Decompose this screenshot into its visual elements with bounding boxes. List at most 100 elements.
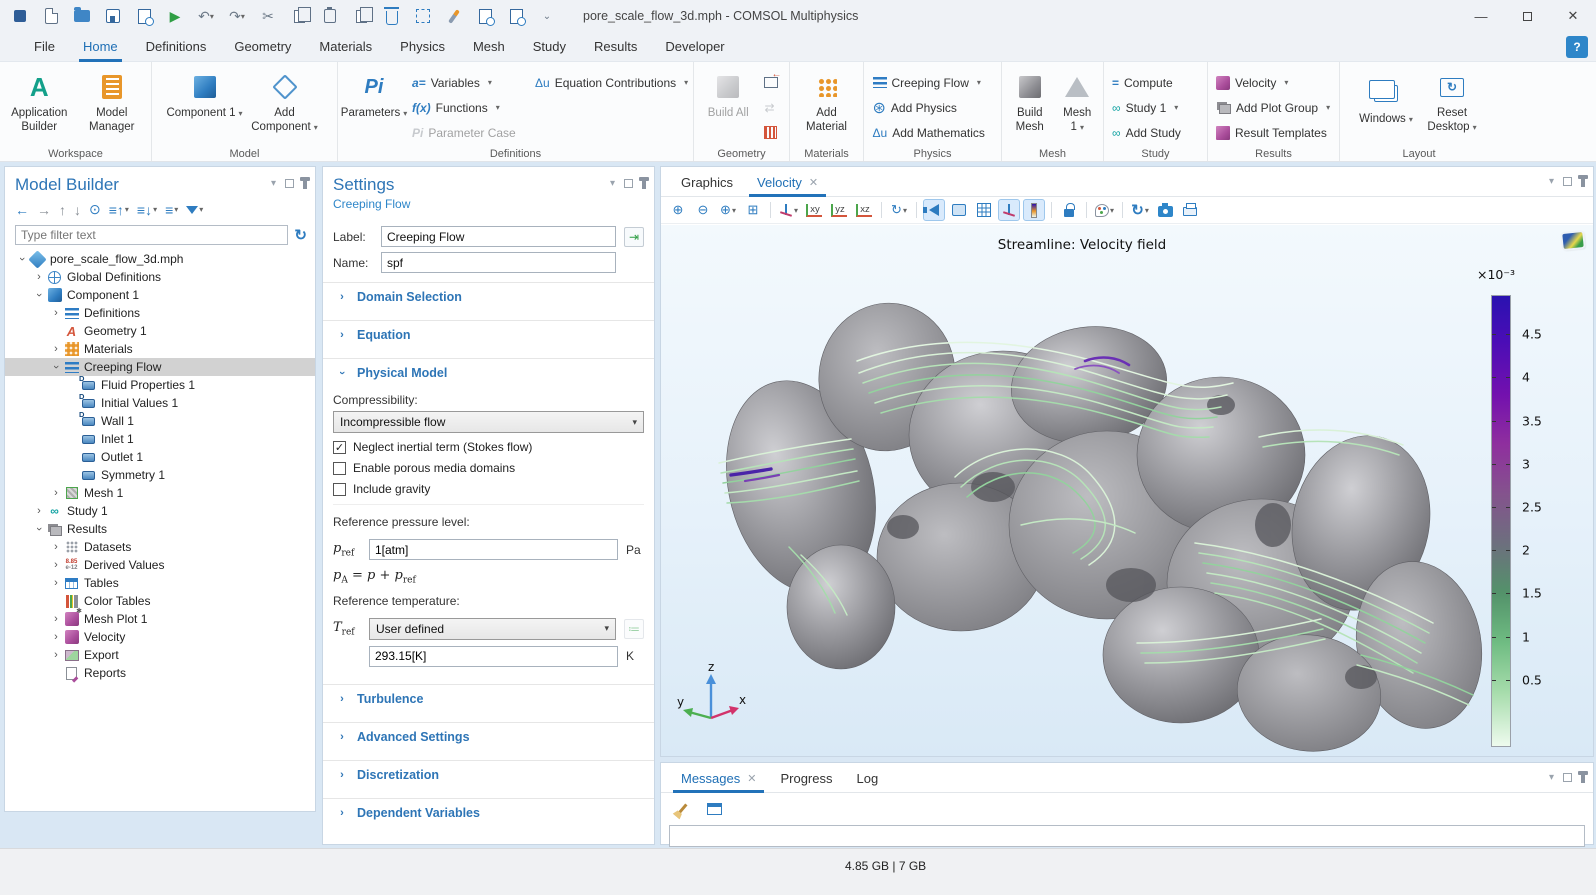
filter-menu-button[interactable]: ▾ xyxy=(186,205,203,214)
forward-button[interactable]: → xyxy=(37,202,51,218)
equation-contributions-button[interactable]: Δu Equation Contributions xyxy=(531,70,689,95)
tab-file[interactable]: File xyxy=(20,32,69,62)
porous-media-checkbox[interactable]: Enable porous media domains xyxy=(333,461,644,475)
chevron-icon[interactable]: › xyxy=(50,360,62,374)
include-gravity-checkbox[interactable]: Include gravity xyxy=(333,482,644,496)
tree-item-reports[interactable]: Reports xyxy=(5,664,315,682)
label-input[interactable] xyxy=(381,226,616,247)
view-xy-button[interactable]: xy xyxy=(803,199,825,221)
tab-log[interactable]: Log xyxy=(847,765,889,792)
tree-item-geometry-1[interactable]: AGeometry 1 xyxy=(5,322,315,340)
tab-developer[interactable]: Developer xyxy=(651,32,738,62)
tab-home[interactable]: Home xyxy=(69,32,132,62)
tree-item-results[interactable]: ›Results xyxy=(5,520,315,538)
tree-item-global-definitions[interactable]: ›Global Definitions xyxy=(5,268,315,286)
scene-light-button[interactable] xyxy=(923,199,945,221)
snapshot-button[interactable] xyxy=(1154,199,1176,221)
delete-button[interactable] xyxy=(380,4,404,28)
tree-item-mesh-plot-1[interactable]: ›Mesh Plot 1 xyxy=(5,610,315,628)
model-manager-button[interactable]: Model Manager xyxy=(77,66,148,144)
mesh-1-button[interactable]: Mesh 1 xyxy=(1055,66,1099,144)
rotate-button[interactable]: ↻▾ xyxy=(888,199,910,221)
new-file-button[interactable] xyxy=(39,4,63,28)
tree-item-outlet-1[interactable]: Outlet 1 xyxy=(5,448,315,466)
reset-desktop-button[interactable]: ↻ Reset Desktop xyxy=(1420,66,1484,144)
chevron-icon[interactable]: › xyxy=(49,307,63,319)
chevron-icon[interactable]: › xyxy=(49,631,63,643)
view-yz-button[interactable]: yz xyxy=(828,199,850,221)
filter-input[interactable] xyxy=(15,225,288,245)
panel-pin-icon[interactable] xyxy=(303,180,307,189)
build-mesh-button[interactable]: Build Mesh xyxy=(1006,66,1053,144)
copy-button[interactable] xyxy=(287,4,311,28)
tree-item-root[interactable]: ›pore_scale_flow_3d.mph xyxy=(5,250,315,268)
open-button[interactable] xyxy=(70,4,94,28)
undo-button[interactable]: ↶▾ xyxy=(194,4,218,28)
tree-item-inlet-1[interactable]: Inlet 1 xyxy=(5,430,315,448)
chevron-icon[interactable]: › xyxy=(16,252,28,266)
chevron-icon[interactable]: › xyxy=(32,271,46,283)
panel-pin-icon[interactable] xyxy=(1581,774,1585,783)
grid-button[interactable] xyxy=(973,199,995,221)
section-discretization[interactable]: ›Discretization xyxy=(323,760,654,789)
tab-graphics[interactable]: Graphics xyxy=(671,169,743,196)
velocity-ribbon-button[interactable]: Velocity xyxy=(1212,70,1335,95)
color-legend-button[interactable] xyxy=(1023,199,1045,221)
section-equation[interactable]: ›Equation xyxy=(323,320,654,349)
minimize-button[interactable]: — xyxy=(1458,0,1504,32)
node-text-menu-button[interactable]: ≡▾ xyxy=(165,202,178,218)
update-geometry-button[interactable]: ⇄ xyxy=(760,95,785,120)
panel-pin-icon[interactable] xyxy=(642,180,646,189)
section-domain-selection[interactable]: ›Domain Selection xyxy=(323,282,654,311)
panel-menu-icon[interactable]: ▾ xyxy=(610,178,615,189)
color-theme-button[interactable]: ▾ xyxy=(1093,199,1116,221)
chevron-icon[interactable]: › xyxy=(33,288,45,302)
zoom-out-button[interactable]: ⊖ xyxy=(692,199,714,221)
variables-button[interactable]: a= Variables xyxy=(408,70,529,95)
reference-pressure-input[interactable] xyxy=(369,539,618,560)
tree-item-wall-1[interactable]: Wall 1 xyxy=(5,412,315,430)
tab-mesh[interactable]: Mesh xyxy=(459,32,519,62)
material-sweep-button[interactable] xyxy=(442,4,466,28)
application-builder-button[interactable]: A Application Builder xyxy=(4,66,75,144)
chevron-icon[interactable]: › xyxy=(32,505,46,517)
zoom-in-button[interactable]: ⊕ xyxy=(667,199,689,221)
chevron-icon[interactable]: › xyxy=(49,541,63,553)
refresh-icon[interactable]: ↻ xyxy=(294,226,307,244)
close-button[interactable]: ✕ xyxy=(1550,0,1596,32)
plot-thumbnail-icon[interactable] xyxy=(1562,232,1583,249)
tree-item-study-1[interactable]: ›∞Study 1 xyxy=(5,502,315,520)
temperature-source-button[interactable]: ≔ xyxy=(624,619,644,639)
view-xz-button[interactable]: xz xyxy=(853,199,875,221)
chevron-icon[interactable]: › xyxy=(49,343,63,355)
collapse-menu-button[interactable]: ≡↑▾ xyxy=(109,202,129,218)
transparency-button[interactable] xyxy=(948,199,970,221)
save-button[interactable] xyxy=(101,4,125,28)
expand-menu-button[interactable]: ≡↓▾ xyxy=(137,202,157,218)
tree-item-fluid-properties-1[interactable]: Fluid Properties 1 xyxy=(5,376,315,394)
reference-temperature-input[interactable] xyxy=(369,646,618,667)
chevron-icon[interactable]: › xyxy=(49,577,63,589)
section-advanced-settings[interactable]: ›Advanced Settings xyxy=(323,722,654,751)
section-turbulence[interactable]: ›Turbulence xyxy=(323,684,654,713)
tree-item-component-1[interactable]: ›Component 1 xyxy=(5,286,315,304)
move-down-button[interactable]: ↓ xyxy=(74,202,81,218)
help-button[interactable]: ? xyxy=(1566,36,1588,58)
tree-item-materials[interactable]: ›Materials xyxy=(5,340,315,358)
add-plot-group-button[interactable]: Add Plot Group xyxy=(1212,95,1335,120)
insert-sequence-button[interactable] xyxy=(760,70,785,95)
label-options-button[interactable]: ⇥ xyxy=(624,227,644,247)
run-button[interactable]: ▶ xyxy=(163,4,187,28)
chevron-icon[interactable]: › xyxy=(49,487,63,499)
go-to-view-button[interactable]: ▾ xyxy=(777,199,800,221)
build-all-button[interactable]: Build All xyxy=(698,66,758,144)
cut-button[interactable]: ✂ xyxy=(256,4,280,28)
add-material-button[interactable]: Add Material xyxy=(795,66,859,144)
tab-progress[interactable]: Progress xyxy=(770,765,842,792)
compute-button[interactable]: = Compute xyxy=(1108,70,1203,95)
section-dependent-variables[interactable]: ›Dependent Variables xyxy=(323,798,654,827)
study-1-button[interactable]: ∞ Study 1 xyxy=(1108,95,1203,120)
zoom-extents-button[interactable]: ⊞ xyxy=(742,199,764,221)
zoom-box-button[interactable]: ⊕▾ xyxy=(717,199,739,221)
messages-output-area[interactable] xyxy=(669,825,1585,847)
